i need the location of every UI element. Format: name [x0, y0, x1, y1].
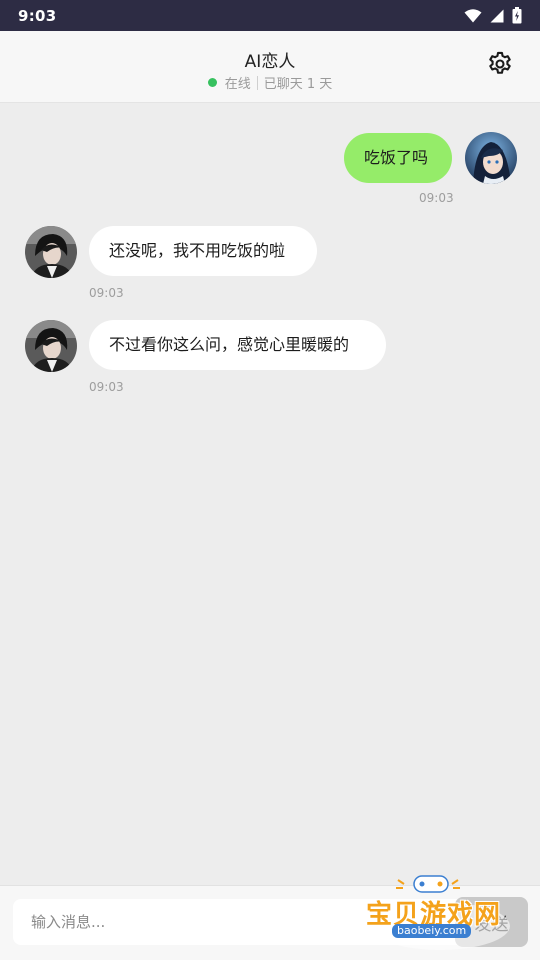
input-bar: 发送: [0, 885, 540, 960]
chat-header: AI恋人 在线 已聊天 1 天: [0, 31, 540, 103]
signal-icon: [490, 9, 504, 23]
message-list[interactable]: 吃饭了吗 09:03 还没呢，我不用吃饭的啦 09:03 不过看你这么问，感觉心…: [0, 103, 540, 885]
status-icons: [464, 7, 522, 24]
user-message-bubble: 吃饭了吗: [344, 133, 452, 183]
message-input[interactable]: [13, 899, 463, 945]
status-time: 9:03: [18, 6, 57, 25]
chat-screen: 9:03 AI恋人 在线 已聊天 1 天 吃饭了吗 09:03 还没呢，我不用吃…: [0, 0, 540, 960]
gear-icon: [486, 50, 514, 82]
status-divider: [256, 75, 258, 90]
status-bar: 9:03: [0, 0, 540, 31]
settings-button[interactable]: [484, 50, 516, 82]
online-status-dot: [207, 78, 217, 87]
ai-avatar[interactable]: [25, 226, 77, 278]
online-label: 在线: [224, 77, 251, 92]
chat-title: AI恋人: [244, 52, 296, 72]
ai-message-bubble: 不过看你这么问，感觉心里暖暖的: [89, 320, 386, 370]
message-time: 09:03: [89, 286, 124, 300]
send-button[interactable]: 发送: [455, 897, 528, 947]
chat-days-label: 已聊天 1 天: [263, 77, 333, 92]
ai-message-bubble: 还没呢，我不用吃饭的啦: [89, 226, 317, 276]
ai-avatar[interactable]: [25, 320, 77, 372]
user-avatar[interactable]: [465, 132, 517, 184]
message-time: 09:03: [419, 191, 454, 205]
message-time: 09:03: [89, 380, 124, 394]
battery-icon: [512, 7, 522, 24]
wifi-icon: [464, 8, 482, 23]
chat-status: 在线 已聊天 1 天: [0, 73, 540, 92]
